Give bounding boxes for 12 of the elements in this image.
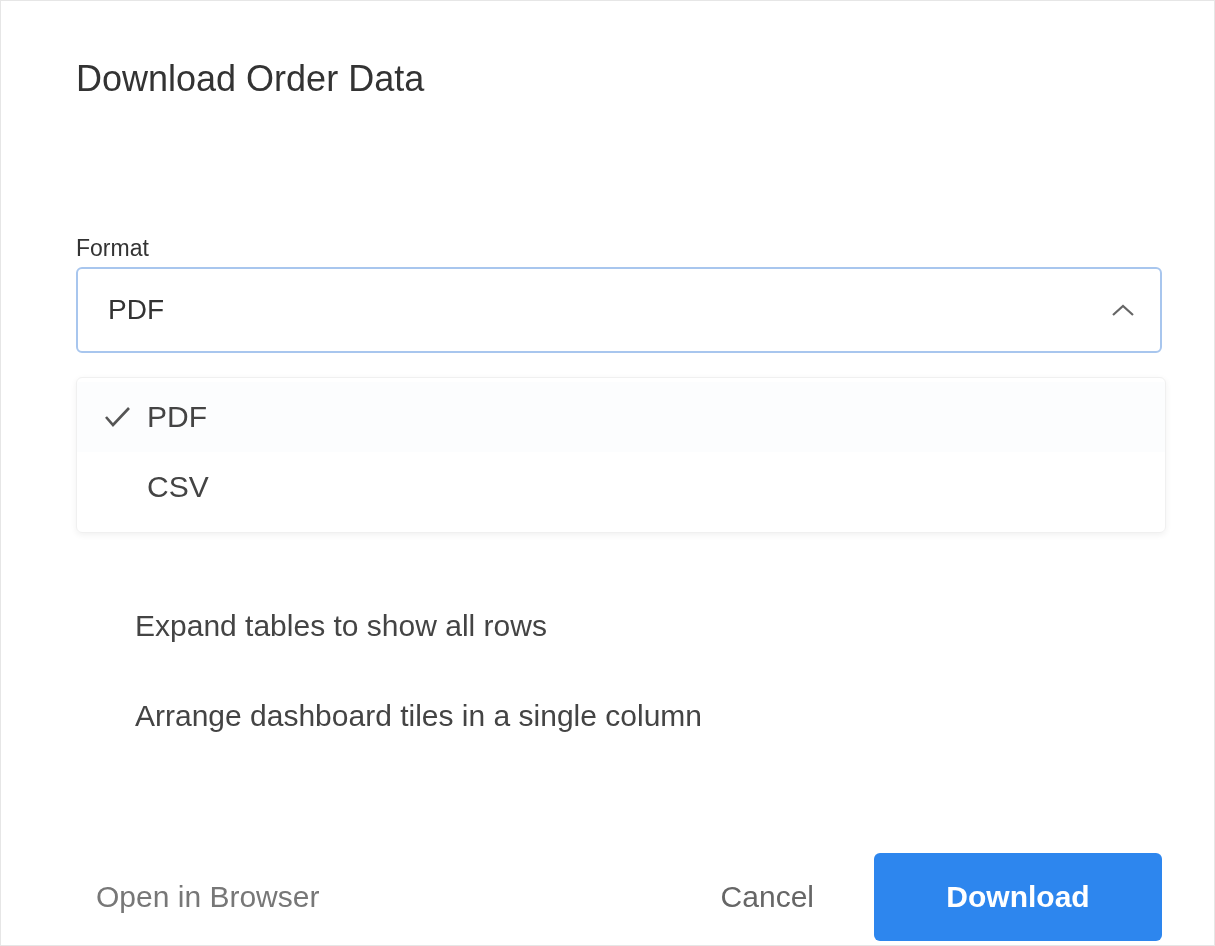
- option-label[interactable]: Arrange dashboard tiles in a single column: [135, 671, 1162, 761]
- checkmark-icon: [103, 405, 131, 429]
- format-dropdown[interactable]: PDF: [76, 267, 1162, 353]
- dialog-title: Download Order Data: [76, 57, 426, 101]
- open-in-browser-button[interactable]: Open in Browser: [76, 870, 340, 924]
- option-label[interactable]: Expand tables to show all rows: [135, 581, 1162, 671]
- format-label: Format: [76, 234, 150, 263]
- cancel-button[interactable]: Cancel: [700, 870, 834, 924]
- download-button[interactable]: Download: [874, 853, 1162, 941]
- dropdown-option[interactable]: PDF: [77, 382, 1165, 452]
- chevron-up-icon: [1110, 302, 1136, 318]
- dropdown-option[interactable]: CSV: [77, 452, 1165, 522]
